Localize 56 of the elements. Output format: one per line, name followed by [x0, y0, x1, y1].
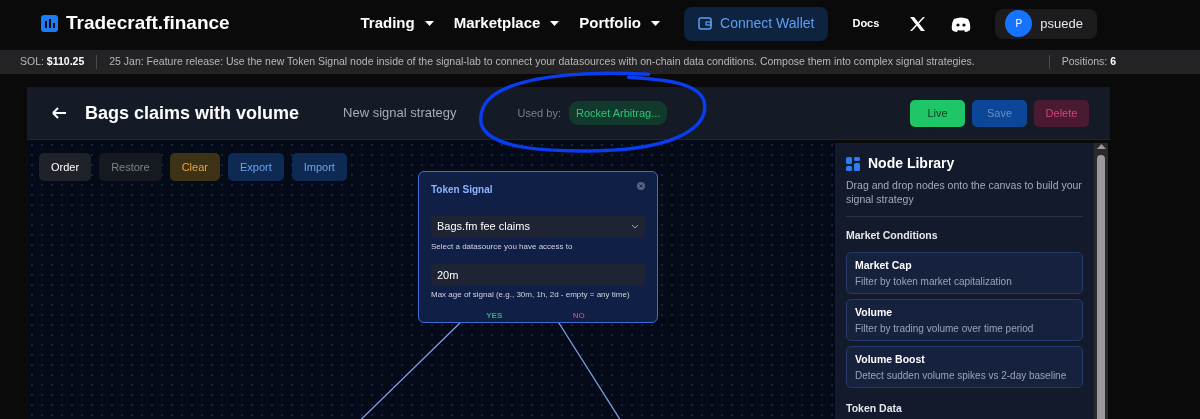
strategy-subtitle: New signal strategy [343, 104, 457, 123]
brand-name[interactable]: Tradecraft.finance [66, 9, 230, 38]
avatar: P [1005, 10, 1033, 37]
item-description: Detect sudden volume spikes vs 2-day baseline [855, 368, 1068, 383]
datasource-select[interactable]: Bags.fm fee claims [431, 216, 645, 237]
back-arrow-icon[interactable] [52, 106, 67, 120]
item-description: Filter by token market capitalization [855, 274, 1013, 289]
docs-link[interactable]: Docs [852, 15, 880, 32]
output-label: YES [486, 310, 503, 322]
connect-wallet-button[interactable]: Connect Wallet [684, 6, 829, 41]
help-text: Select a datasource you have access to [431, 241, 574, 253]
node-library-item[interactable]: Volume Filter by trading volume over time period [846, 299, 1083, 342]
toolbar-button[interactable]: Order [39, 153, 92, 181]
toolbar-button[interactable]: Import [291, 153, 347, 181]
toolbar-button[interactable]: Export [227, 153, 284, 181]
strategy-title: Bags claims with volume [85, 101, 300, 125]
nav-menu[interactable]: Marketplace [453, 12, 560, 35]
nav-menu[interactable]: Portfolio [579, 12, 660, 35]
x-icon[interactable] [909, 15, 927, 32]
positions-count: Positions: 6 [1061, 54, 1116, 70]
caret-icon[interactable] [424, 21, 434, 26]
scrollbar-thumb[interactable] [1097, 155, 1105, 419]
grid-icon [846, 156, 860, 171]
scrollbar[interactable] [1094, 143, 1108, 419]
sol-price: SOL: $110.25 [20, 54, 85, 70]
toolbar-button[interactable]: Clear [169, 153, 220, 181]
panel-description: Drag and drop nodes onto the canvas to build your signal strategy [846, 179, 1083, 207]
node-library-item[interactable]: Volume Boost Detect sudden volume spikes vs 2-day baseline [846, 346, 1083, 389]
nav-menu[interactable]: Trading [360, 12, 434, 35]
announcement-text: 25 Jan: Feature release: Use the new Token Signal node inside of the signal-lab to connect your datasources with on-chain data conditions. Compose them into complex signal strategies. [109, 54, 976, 70]
node-title: Token Signal [431, 183, 493, 197]
section-heading: Market Conditions [846, 228, 939, 244]
panel-title: Node Library [868, 154, 955, 173]
help-text: Max age of signal (e.g., 30m, 1h, 2d - empty = any time) [431, 289, 631, 301]
output-label: NO [572, 310, 585, 322]
action-button[interactable]: Live [910, 99, 965, 127]
node-library-item[interactable]: Market Cap Filter by token market capitalization [846, 252, 1083, 295]
caret-icon[interactable] [651, 21, 660, 26]
user-menu[interactable]: P psuede [995, 8, 1097, 39]
signal-node-card[interactable]: Token Signal Bags.fm fee claims Select a datasource you have access to 20m Max age of signal (e.g., 30m, 1h, 2d - empty = any time) YES NO [418, 171, 658, 323]
caret-icon[interactable] [550, 21, 560, 26]
item-description: Filter by trading volume over time period [855, 321, 1035, 336]
wallet-icon [698, 16, 712, 31]
item-name: Market Cap [855, 258, 913, 274]
max-age-field[interactable]: 20m [431, 264, 645, 285]
close-icon[interactable] [637, 182, 645, 190]
logo-icon [41, 15, 58, 32]
item-name: Volume Boost [855, 352, 926, 368]
used-by-tag[interactable]: Rocket Arbitrag... [568, 100, 668, 126]
scroll-up-arrow-icon[interactable] [1095, 143, 1107, 150]
toolbar-button[interactable]: Restore [99, 153, 162, 181]
section-heading: Token Data [846, 401, 903, 417]
discord-icon[interactable] [951, 15, 972, 32]
used-by-label: Used by: [517, 105, 561, 121]
chevron-down-icon [631, 224, 639, 229]
item-name: Volume [855, 305, 894, 321]
